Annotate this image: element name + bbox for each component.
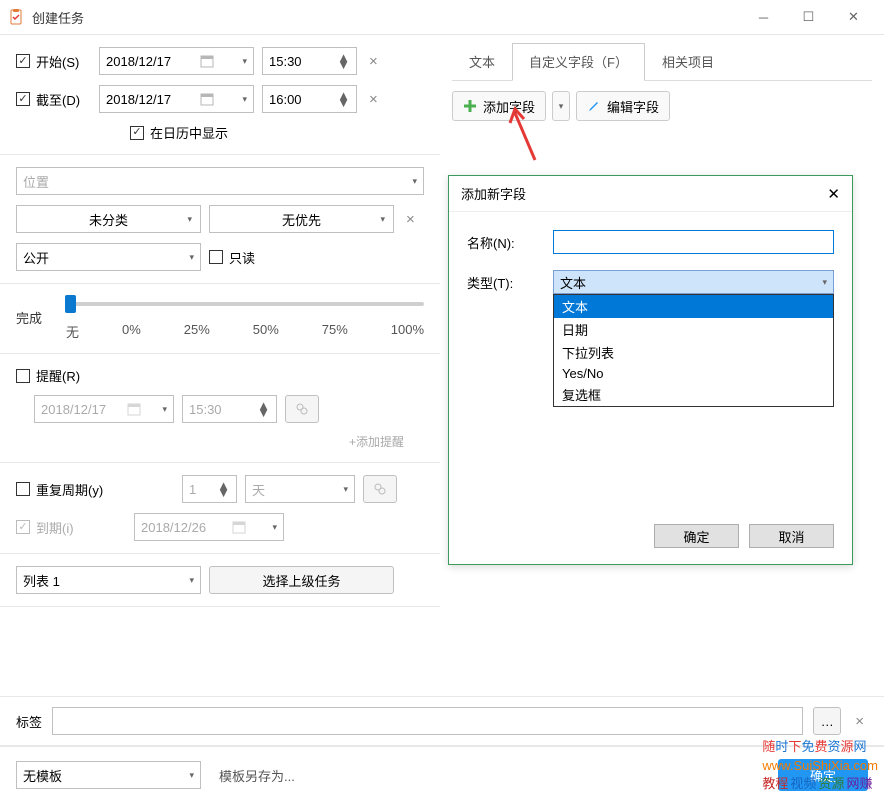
save-template-link[interactable]: 模板另存为... [219, 766, 295, 785]
template-select[interactable]: 无模板▾ [16, 761, 201, 789]
due-date-input[interactable]: 2018/12/26▾ [134, 513, 284, 541]
type-select[interactable]: 文本▾ [553, 270, 834, 294]
type-option[interactable]: 日期 [554, 318, 833, 341]
tab-custom-fields[interactable]: 自定义字段（F） [512, 43, 645, 81]
select-parent-task-button[interactable]: 选择上级任务 [209, 566, 394, 594]
recurrence-count-input[interactable]: 1▲▼ [182, 475, 237, 503]
type-option[interactable]: 复选框 [554, 383, 833, 406]
app-icon [8, 9, 24, 25]
type-option[interactable]: 文本 [554, 295, 833, 318]
tab-text[interactable]: 文本 [452, 43, 512, 80]
name-label: 名称(N): [467, 233, 537, 252]
name-input[interactable] [553, 230, 834, 254]
dialog-close-button[interactable]: ✕ [827, 185, 840, 203]
dialog-ok-button[interactable]: 确定 [654, 524, 739, 548]
show-in-calendar-checkbox[interactable]: 在日历中显示 [130, 123, 228, 142]
type-option[interactable]: 下拉列表 [554, 341, 833, 364]
maximize-button[interactable]: ☐ [786, 2, 831, 32]
reminder-date-input[interactable]: 2018/12/17▾ [34, 395, 174, 423]
slider-ticks: 无0%25%50%75%100% [66, 322, 424, 341]
end-checkbox[interactable]: 截至(D) [16, 90, 91, 109]
minimize-button[interactable]: ─ [741, 2, 786, 32]
start-time-input[interactable]: 15:30▲▼ [262, 47, 357, 75]
edit-field-button[interactable]: 编辑字段 [576, 91, 670, 121]
left-panel: 开始(S) 2018/12/17▾ 15:30▲▼ × 截至(D) 2018/1… [0, 35, 440, 743]
due-checkbox[interactable]: 到期(i) [16, 518, 126, 537]
category-select[interactable]: 未分类▾ [16, 205, 201, 233]
start-checkbox[interactable]: 开始(S) [16, 52, 91, 71]
plus-icon [463, 99, 477, 113]
pencil-icon [587, 99, 601, 113]
recurrence-unit-select[interactable]: 天▾ [245, 475, 355, 503]
tabs: 文本 自定义字段（F） 相关项目 [452, 43, 872, 81]
reminder-settings-button[interactable] [285, 395, 319, 423]
add-field-dialog: 添加新字段 ✕ 名称(N): 类型(T): 文本▾ 文本 日期 下拉列表 Yes… [448, 175, 853, 565]
readonly-checkbox[interactable]: 只读 [209, 248, 284, 267]
watermark: 随时下免费资源网 www.SuiShiXia.com 教程视频资源网赚 [762, 738, 878, 793]
add-reminder-link[interactable]: +添加提醒 [16, 433, 424, 450]
dialog-cancel-button[interactable]: 取消 [749, 524, 834, 548]
type-label: 类型(T): [467, 273, 537, 292]
titlebar: 创建任务 ─ ☐ ✕ [0, 0, 884, 35]
visibility-select[interactable]: 公开▾ [16, 243, 201, 271]
add-field-dropdown[interactable]: ▾ [552, 91, 570, 121]
type-dropdown-list: 文本 日期 下拉列表 Yes/No 复选框 [553, 294, 834, 407]
gear-icon [373, 482, 387, 496]
tags-browse-button[interactable]: … [813, 707, 841, 735]
priority-select[interactable]: 无优先▾ [209, 205, 394, 233]
clear-tags-icon[interactable]: × [851, 713, 868, 730]
type-option[interactable]: Yes/No [554, 364, 833, 383]
close-button[interactable]: ✕ [831, 2, 876, 32]
gear-icon [295, 402, 309, 416]
start-date-input[interactable]: 2018/12/17▾ [99, 47, 254, 75]
tags-label: 标签 [16, 712, 42, 731]
recurrence-checkbox[interactable]: 重复周期(y) [16, 480, 126, 499]
recurrence-settings-button[interactable] [363, 475, 397, 503]
location-input[interactable]: 位置▾ [16, 167, 424, 195]
tab-related[interactable]: 相关项目 [645, 43, 731, 80]
progress-slider[interactable] [66, 302, 424, 306]
clear-start-icon[interactable]: × [365, 53, 382, 70]
clear-end-icon[interactable]: × [365, 91, 382, 108]
slider-thumb-icon[interactable] [65, 295, 76, 313]
progress-label: 完成 [16, 296, 48, 327]
reminder-checkbox[interactable]: 提醒(R) [16, 366, 91, 385]
clear-category-icon[interactable]: × [402, 211, 419, 228]
window-title: 创建任务 [32, 8, 741, 27]
tags-input[interactable] [52, 707, 803, 735]
reminder-time-input[interactable]: 15:30▲▼ [182, 395, 277, 423]
end-time-input[interactable]: 16:00▲▼ [262, 85, 357, 113]
end-date-input[interactable]: 2018/12/17▾ [99, 85, 254, 113]
dialog-title: 添加新字段 [461, 184, 526, 203]
add-field-button[interactable]: 添加字段 [452, 91, 546, 121]
list-select[interactable]: 列表 1▾ [16, 566, 201, 594]
